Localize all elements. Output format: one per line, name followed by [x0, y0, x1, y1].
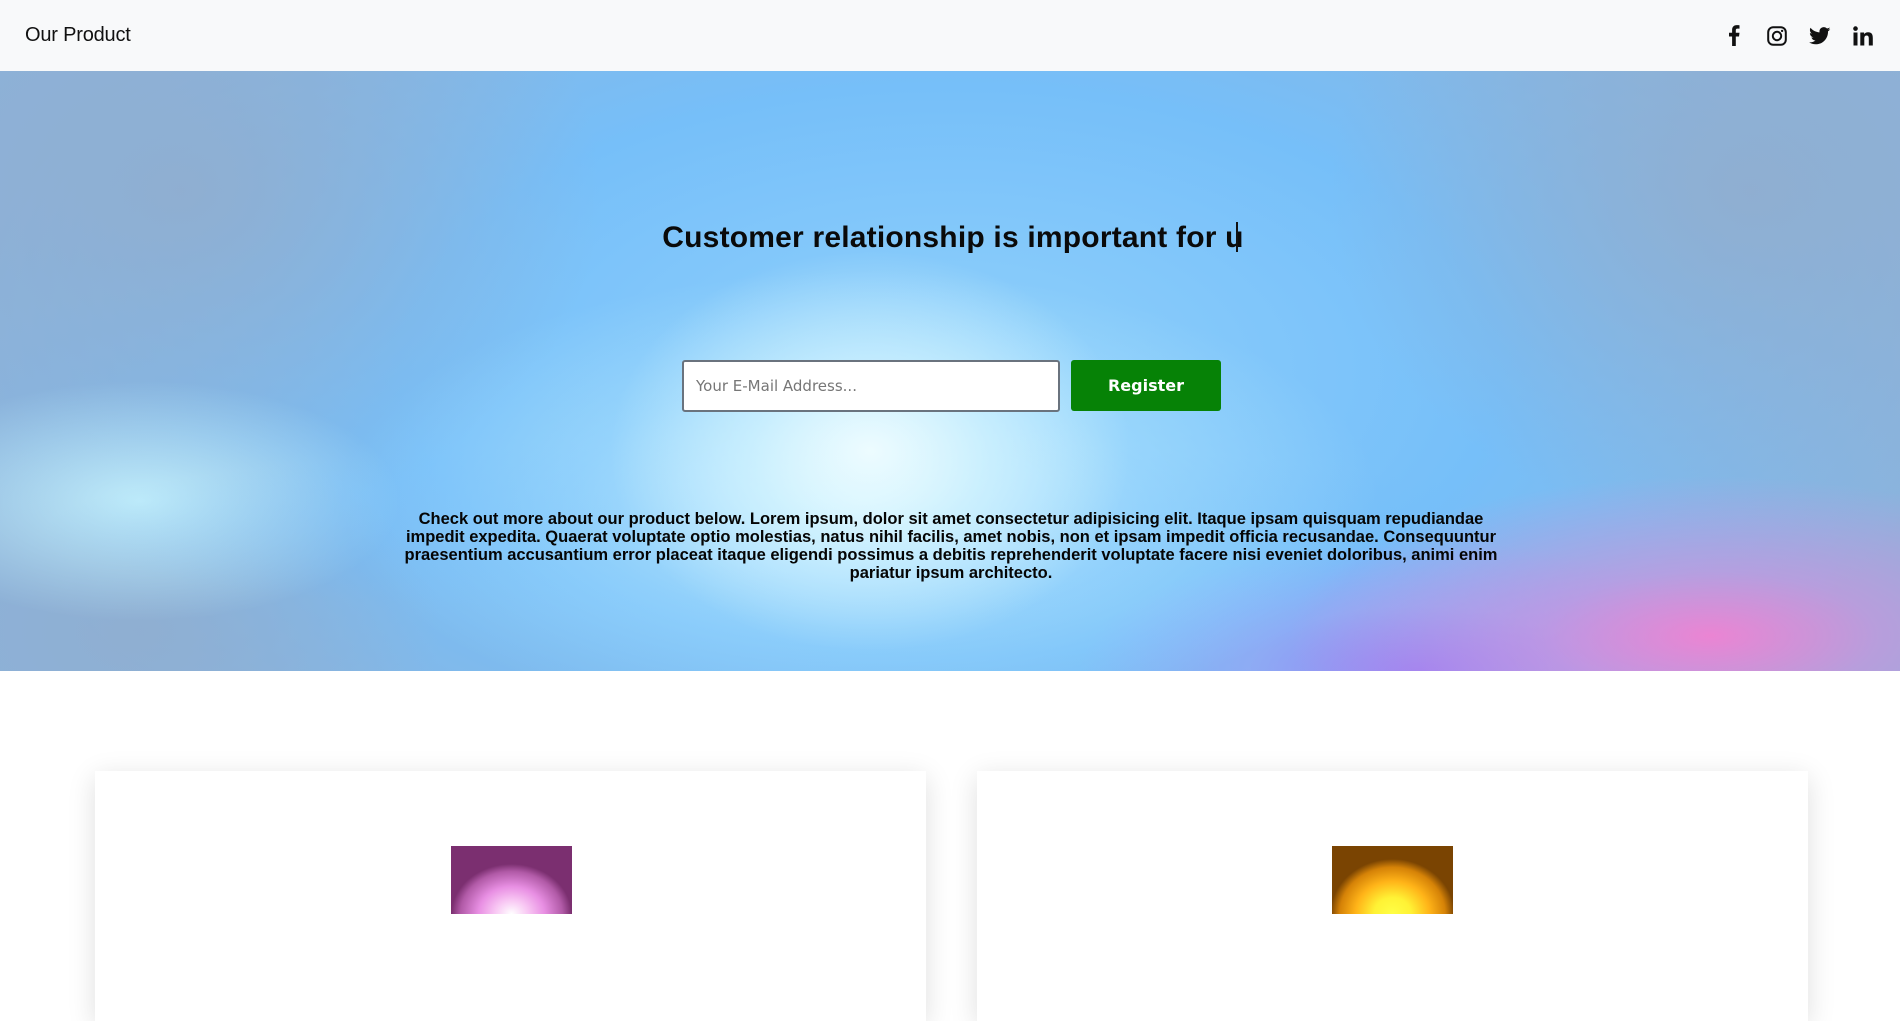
- register-button[interactable]: Register: [1071, 360, 1221, 411]
- hero-title-text: Customer relationship is important for u: [662, 221, 1244, 254]
- product-card: [977, 771, 1808, 1021]
- hero-section: Customer relationship is important for u…: [0, 71, 1900, 671]
- social-links: [1721, 23, 1875, 48]
- linkedin-icon[interactable]: [1850, 23, 1875, 48]
- card-image: [451, 846, 572, 914]
- hero-description: Check out more about our product below. …: [404, 510, 1498, 582]
- brand-link[interactable]: Our Product: [25, 24, 131, 47]
- typing-caret: [1235, 222, 1238, 252]
- signup-form: Register: [682, 360, 1221, 412]
- hero-title: Customer relationship is important for u: [0, 221, 1900, 255]
- navbar: Our Product: [0, 0, 1900, 71]
- card-image: [1332, 846, 1453, 914]
- instagram-icon[interactable]: [1764, 23, 1789, 48]
- email-input[interactable]: [682, 360, 1060, 412]
- twitter-icon[interactable]: [1807, 23, 1832, 48]
- facebook-icon[interactable]: [1721, 23, 1746, 48]
- product-card: [95, 771, 926, 1021]
